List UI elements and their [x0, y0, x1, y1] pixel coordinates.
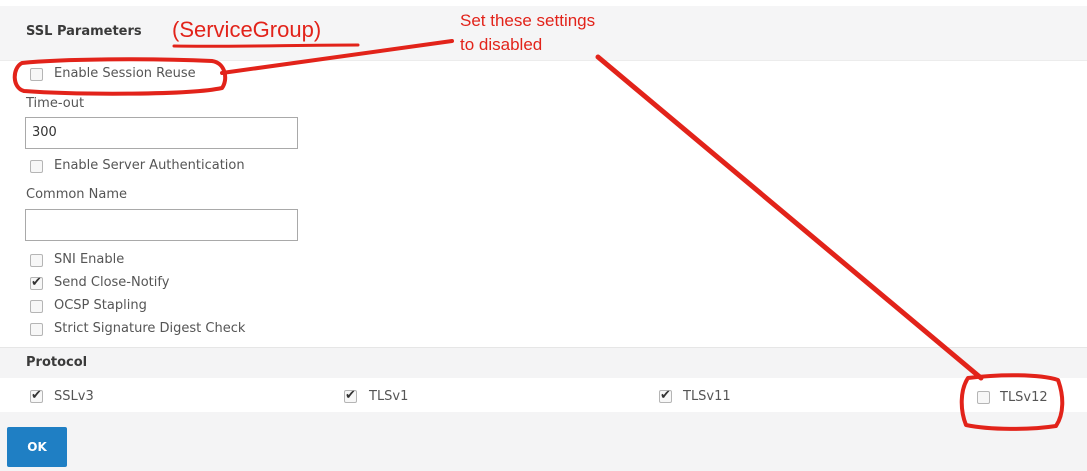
enable-server-authentication-label: Enable Server Authentication	[54, 158, 245, 173]
sni-enable-label: SNI Enable	[54, 252, 125, 267]
tlsv12-label: TLSv12	[1000, 390, 1048, 405]
sslv3-label: SSLv3	[54, 389, 94, 404]
ssl-parameters-title: SSL Parameters	[26, 24, 142, 39]
send-close-notify-checkbox[interactable]: ✔	[30, 275, 43, 290]
ok-button[interactable]: OK	[7, 427, 67, 467]
annotation-service-group: (ServiceGroup)	[172, 17, 322, 42]
enable-server-authentication-checkbox[interactable]	[30, 160, 43, 173]
ocsp-stapling-label: OCSP Stapling	[54, 298, 147, 313]
sni-enable-checkbox[interactable]	[30, 254, 43, 267]
sslv3-checkbox[interactable]: ✔	[30, 388, 43, 403]
send-close-notify-label: Send Close-Notify	[54, 275, 170, 290]
protocol-title: Protocol	[26, 355, 88, 370]
arrow-to-tlsv12	[595, 54, 984, 381]
annotation-note: Set these settings to disabled	[460, 11, 596, 54]
tlsv11-label: TLSv11	[683, 389, 731, 404]
tlsv12-checkbox[interactable]	[977, 391, 990, 404]
enable-session-reuse-checkbox[interactable]	[30, 68, 43, 81]
ocsp-stapling-checkbox[interactable]	[30, 300, 43, 313]
strict-signature-digest-check-label: Strict Signature Digest Check	[54, 321, 246, 336]
strict-signature-digest-check-checkbox[interactable]	[30, 323, 43, 336]
protocol-row	[0, 378, 1087, 413]
protocol-header	[0, 347, 1087, 379]
tlsv11-checkbox[interactable]: ✔	[659, 388, 672, 403]
common-name-input[interactable]	[25, 209, 298, 241]
footer-bar	[0, 412, 1087, 471]
timeout-input[interactable]: 300	[25, 117, 298, 149]
timeout-label: Time-out	[26, 96, 85, 111]
common-name-label: Common Name	[26, 187, 128, 202]
tlsv1-label: TLSv1	[369, 389, 409, 404]
enable-session-reuse-label: Enable Session Reuse	[54, 66, 196, 81]
tlsv1-checkbox[interactable]: ✔	[344, 388, 357, 403]
